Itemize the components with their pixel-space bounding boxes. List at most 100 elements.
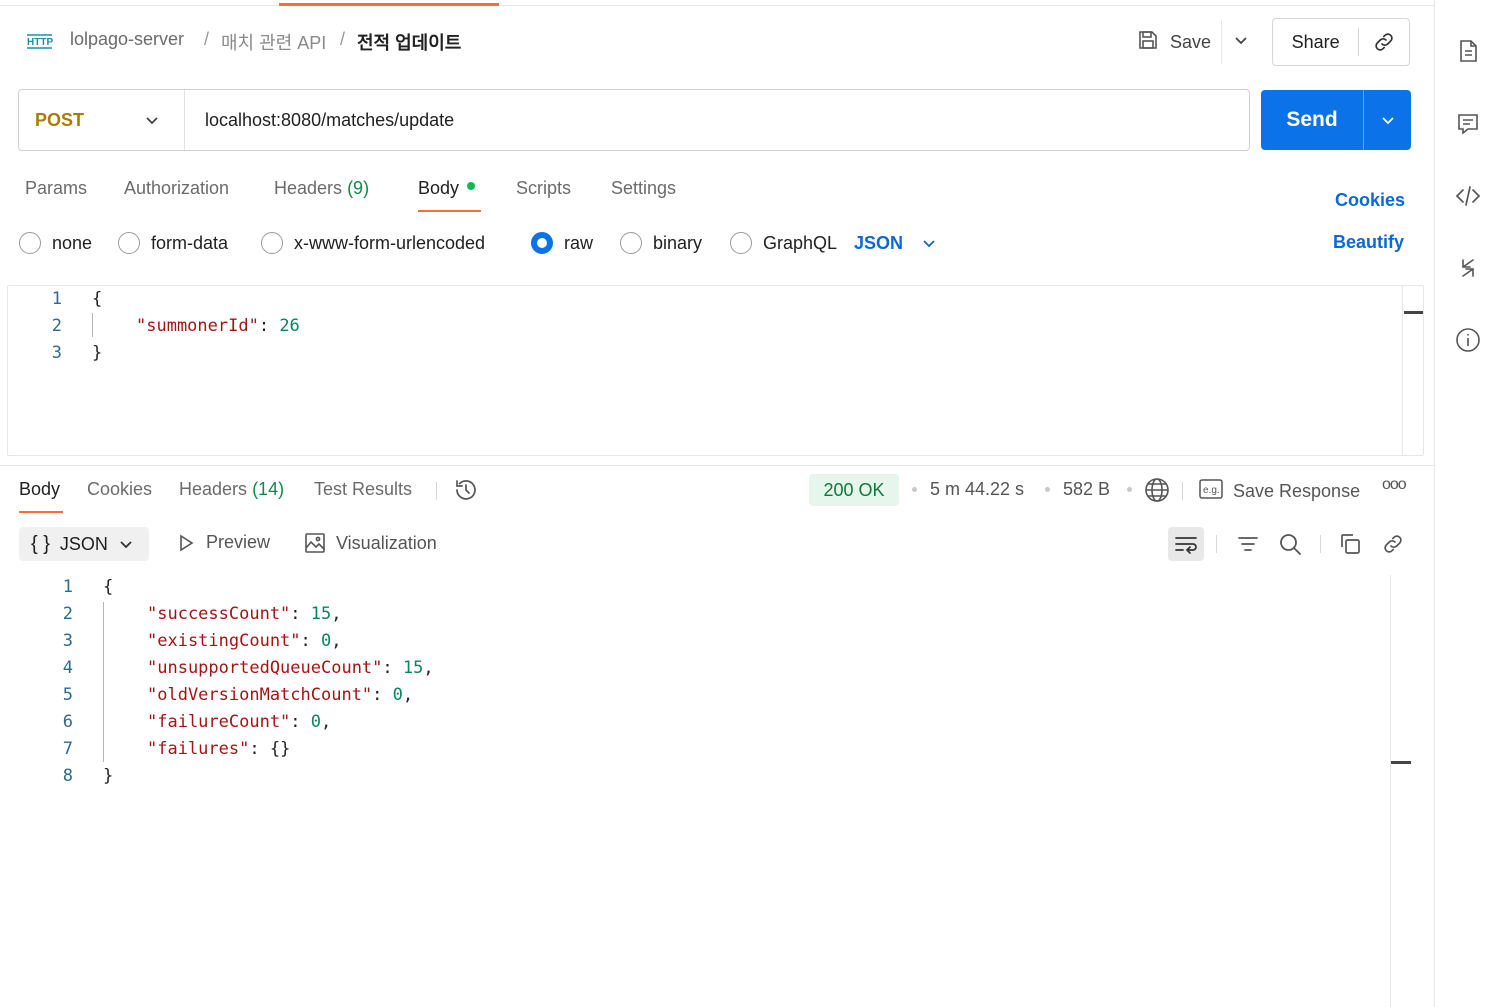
response-time[interactable]: 5 m 44.22 s — [930, 479, 1024, 500]
status-badge[interactable]: 200 OK — [809, 474, 899, 506]
format-label: JSON — [59, 533, 108, 554]
body-type-graphql[interactable]: GraphQL — [730, 230, 837, 256]
save-options-chevron-icon[interactable] — [1232, 32, 1250, 50]
line-number: 4 — [62, 658, 73, 678]
chevron-down-icon — [923, 240, 935, 248]
body-type-binary[interactable]: binary — [620, 230, 702, 256]
tab-active-underline — [418, 210, 481, 212]
divider — [1320, 535, 1321, 553]
request-url-bar: POST localhost:8080/matches/update — [18, 89, 1250, 151]
visualization-label: Visualization — [336, 532, 437, 553]
tab-body[interactable]: Body — [418, 178, 476, 199]
json-line: "summonerId": 26 — [136, 316, 300, 336]
json-line: "failureCount": 0, — [147, 712, 332, 732]
tab-label: Headers — [179, 479, 248, 499]
radio-label: form-data — [151, 232, 229, 253]
tab-headers-label: Headers — [274, 178, 343, 198]
save-button[interactable]: Save — [1136, 28, 1211, 56]
send-button[interactable]: Send — [1261, 108, 1363, 132]
line-number: 2 — [62, 604, 73, 624]
breadcrumb-separator: / — [204, 29, 210, 49]
scroll-position-marker — [1391, 761, 1411, 764]
documentation-icon[interactable] — [1455, 38, 1481, 64]
radio-label: none — [52, 232, 93, 253]
more-options-icon[interactable]: ooo — [1382, 476, 1407, 494]
pane-divider[interactable] — [0, 465, 1434, 466]
tab-headers[interactable]: Headers (9) — [274, 178, 369, 199]
raw-format-label: JSON — [854, 232, 904, 253]
filter-icon[interactable] — [1230, 527, 1266, 561]
tab-scripts[interactable]: Scripts — [516, 178, 571, 199]
line-number: 2 — [51, 316, 62, 336]
save-label: Save — [1170, 31, 1212, 52]
line-number: 8 — [62, 766, 73, 786]
line-number: 5 — [62, 685, 73, 705]
response-tab-body[interactable]: Body — [19, 479, 60, 500]
response-tab-cookies[interactable]: Cookies — [87, 479, 152, 500]
visualization-button[interactable]: Visualization — [304, 532, 437, 554]
tab-body-label: Body — [418, 178, 460, 198]
tab-params[interactable]: Params — [25, 178, 87, 199]
divider — [1216, 535, 1217, 553]
radio-icon — [620, 232, 642, 254]
json-line: "successCount": 15, — [147, 604, 342, 624]
tab-authorization[interactable]: Authorization — [124, 178, 229, 199]
link-icon[interactable] — [1375, 527, 1411, 561]
related-collections-icon[interactable] — [1455, 255, 1481, 281]
search-icon[interactable] — [1272, 527, 1308, 561]
svg-text:HTTP: HTTP — [27, 37, 53, 48]
history-icon[interactable] — [453, 477, 479, 508]
method-select[interactable]: POST — [19, 90, 185, 150]
response-size[interactable]: 582 B — [1063, 479, 1110, 500]
tab-active-underline — [19, 511, 63, 513]
url-input[interactable]: localhost:8080/matches/update — [185, 110, 454, 131]
dot-separator — [912, 487, 917, 492]
response-tab-headers[interactable]: Headers (14) — [179, 479, 284, 500]
indent-guide — [103, 602, 104, 762]
breadcrumb-request-title[interactable]: 전적 업데이트 — [357, 29, 461, 55]
share-button[interactable]: Share — [1273, 32, 1358, 53]
code-icon[interactable] — [1455, 183, 1481, 209]
body-type-urlencoded[interactable]: x-www-form-urlencoded — [261, 230, 485, 256]
save-response-label: Save Response — [1233, 481, 1361, 501]
radio-label: GraphQL — [763, 232, 838, 253]
json-brace: { — [103, 577, 114, 597]
scroll-position-marker — [1404, 311, 1423, 314]
info-icon[interactable] — [1455, 327, 1481, 353]
http-icon: HTTP — [26, 30, 54, 54]
globe-icon[interactable] — [1143, 476, 1171, 509]
cookies-link[interactable]: Cookies — [1335, 190, 1405, 211]
radio-icon — [118, 232, 140, 254]
send-button-group: Send — [1261, 90, 1411, 150]
comments-icon[interactable] — [1455, 111, 1481, 137]
tab-settings[interactable]: Settings — [611, 178, 676, 199]
chevron-down-icon — [120, 541, 132, 549]
json-brace: { — [92, 289, 103, 309]
body-type-raw[interactable]: raw — [531, 230, 593, 256]
response-scrollbar[interactable] — [1390, 575, 1412, 1007]
body-type-form-data[interactable]: form-data — [118, 230, 228, 256]
tab-count: (14) — [252, 479, 285, 499]
body-type-none[interactable]: none — [19, 230, 92, 256]
response-format-select[interactable]: { } JSON — [19, 527, 149, 561]
response-tab-test-results[interactable]: Test Results — [314, 479, 412, 500]
share-group: Share — [1272, 18, 1410, 66]
raw-format-select[interactable]: JSON — [854, 230, 937, 256]
line-number: 3 — [51, 343, 62, 363]
chevron-down-icon — [146, 117, 158, 125]
beautify-link[interactable]: Beautify — [1333, 232, 1404, 253]
save-response-button[interactable]: e.g. Save Response — [1199, 478, 1360, 505]
breadcrumb-collection[interactable]: lolpago-server — [70, 29, 184, 50]
request-body-editor[interactable] — [7, 285, 1424, 456]
svg-text:e.g.: e.g. — [1203, 485, 1220, 496]
copy-link-icon[interactable] — [1359, 30, 1409, 54]
breadcrumb-separator: / — [340, 29, 346, 49]
radio-icon — [730, 232, 752, 254]
send-options-chevron-icon[interactable] — [1364, 112, 1411, 128]
json-line: "unsupportedQueueCount": 15, — [147, 658, 434, 678]
braces-icon: { } — [31, 532, 50, 555]
breadcrumb-folder[interactable]: 매치 관련 API — [221, 29, 326, 55]
preview-button[interactable]: Preview — [176, 532, 270, 553]
wrap-lines-icon[interactable] — [1168, 527, 1204, 561]
copy-icon[interactable] — [1332, 527, 1368, 561]
